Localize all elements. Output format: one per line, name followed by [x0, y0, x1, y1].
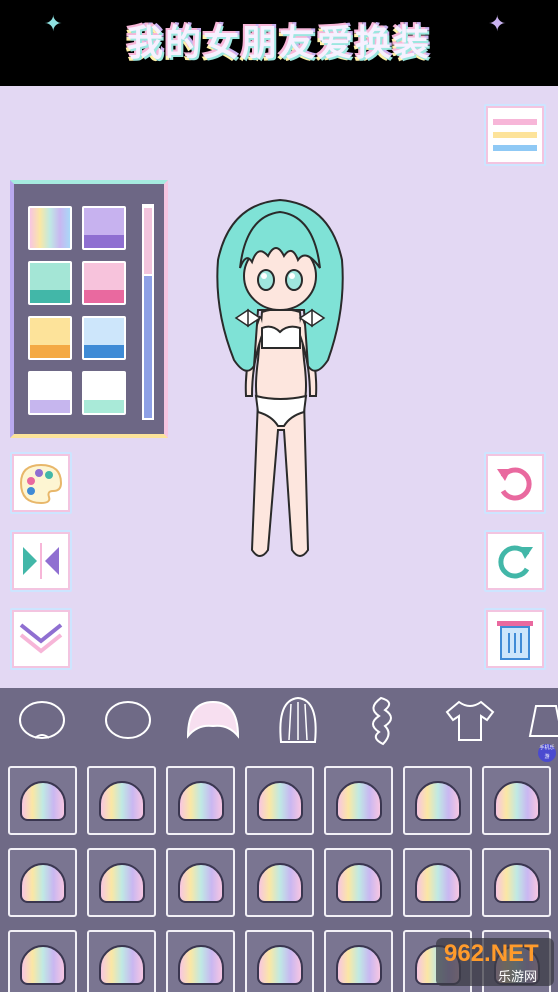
- undo-button[interactable]: [484, 452, 546, 514]
- hair-item[interactable]: [8, 848, 77, 917]
- top-icon: [445, 700, 495, 741]
- undo-icon: [497, 467, 532, 501]
- hair-item[interactable]: [8, 766, 77, 835]
- app-title: 我的女朋友爱换装: [126, 23, 431, 64]
- swatch-white-mint[interactable]: [82, 371, 126, 415]
- hair-style-icon: [493, 780, 540, 821]
- character-doll: [216, 198, 344, 557]
- hair-item[interactable]: [324, 930, 393, 992]
- hair-item[interactable]: [245, 930, 314, 992]
- head-icon: [105, 701, 151, 739]
- category-face[interactable]: [14, 694, 70, 746]
- color-palette-panel: [10, 180, 168, 438]
- watermark-brand: 962.NET: [444, 940, 539, 967]
- swatch-purple[interactable]: [82, 206, 126, 250]
- category-top[interactable]: [442, 694, 498, 746]
- hair-item[interactable]: [403, 766, 472, 835]
- hair-style-icon: [98, 944, 145, 985]
- category-head[interactable]: [100, 694, 156, 746]
- hair-item[interactable]: [8, 930, 77, 992]
- hair-style-icon: [98, 862, 145, 903]
- hair-style-icon: [98, 780, 145, 821]
- palette-button[interactable]: [10, 452, 72, 514]
- hair-item[interactable]: [166, 930, 235, 992]
- palette-icon: [19, 463, 63, 505]
- hair-item[interactable]: [482, 848, 551, 917]
- hair-style-icon: [177, 780, 224, 821]
- face-icon: [19, 701, 65, 739]
- star-icon: ✦: [488, 12, 507, 37]
- hair-item[interactable]: [166, 848, 235, 917]
- hair-item[interactable]: [324, 848, 393, 917]
- watermark: 962.NET 乐游网: [436, 938, 554, 986]
- side-badge[interactable]: 手机乐游: [538, 744, 556, 762]
- hair-item[interactable]: [245, 848, 314, 917]
- swatch-white-lavender[interactable]: [28, 371, 72, 415]
- swatch-rainbow[interactable]: [28, 206, 72, 250]
- hair-style-icon: [19, 944, 66, 985]
- hair-item[interactable]: [87, 930, 156, 992]
- redo-button[interactable]: [484, 530, 546, 592]
- hair-style-icon: [335, 780, 382, 821]
- redo-icon: [498, 545, 533, 579]
- category-skirt[interactable]: [522, 694, 558, 746]
- slider-fill: [144, 271, 152, 418]
- hair-style-icon: [335, 862, 382, 903]
- hair-item[interactable]: [482, 766, 551, 835]
- skirt-icon: [528, 705, 558, 737]
- swatch-yellow[interactable]: [28, 316, 72, 360]
- collapse-button[interactable]: [10, 608, 72, 670]
- back-hair-icon: [279, 696, 317, 743]
- category-bangs[interactable]: [184, 694, 240, 746]
- hair-style-icon: [19, 862, 66, 903]
- bangs-icon: [186, 700, 240, 739]
- brightness-slider[interactable]: [142, 204, 154, 420]
- swatch-teal[interactable]: [28, 261, 72, 305]
- hair-style-icon: [335, 944, 382, 985]
- hair-item[interactable]: [324, 766, 393, 835]
- hair-style-icon: [256, 862, 303, 903]
- title-bar: ✦ 我的女朋友爱换装 ✦: [0, 0, 558, 86]
- hair-style-icon: [493, 862, 540, 903]
- hair-style-icon: [177, 944, 224, 985]
- hair-style-icon: [19, 780, 66, 821]
- menu-icon: [493, 119, 537, 151]
- swatch-blue[interactable]: [82, 316, 126, 360]
- mirror-button[interactable]: [10, 530, 72, 592]
- hair-item[interactable]: [87, 766, 156, 835]
- trash-button[interactable]: [484, 608, 546, 670]
- trash-icon: [497, 621, 533, 660]
- mirror-icon: [23, 543, 59, 579]
- category-side-hair[interactable]: [356, 694, 412, 746]
- hair-style-icon: [177, 862, 224, 903]
- watermark-sub: 乐游网: [498, 970, 538, 985]
- side-hair-icon: [372, 696, 392, 746]
- category-back-hair[interactable]: [270, 694, 326, 746]
- category-bar: [0, 688, 558, 752]
- hair-style-icon: [414, 780, 461, 821]
- swatch-pink[interactable]: [82, 261, 126, 305]
- hair-item[interactable]: [245, 766, 314, 835]
- hair-style-icon: [256, 944, 303, 985]
- hair-item[interactable]: [166, 766, 235, 835]
- slider-knob[interactable]: [142, 206, 154, 276]
- collapse-icon: [19, 623, 63, 654]
- menu-button[interactable]: [484, 104, 546, 166]
- hair-item[interactable]: [87, 848, 156, 917]
- hair-style-icon: [414, 862, 461, 903]
- hair-item[interactable]: [403, 848, 472, 917]
- hair-style-icon: [256, 780, 303, 821]
